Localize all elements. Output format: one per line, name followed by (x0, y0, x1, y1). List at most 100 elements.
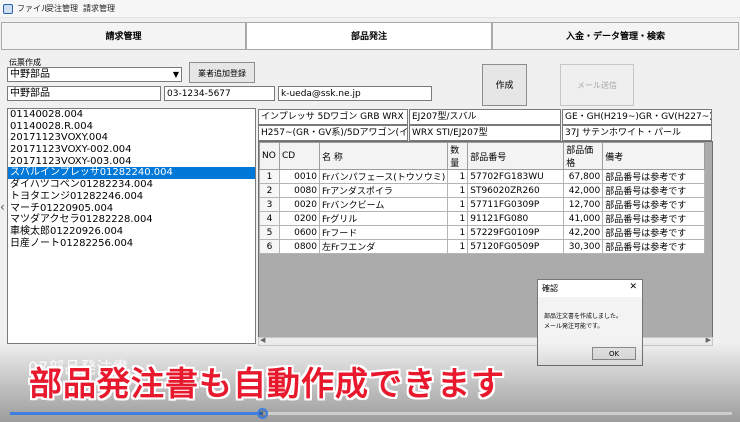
tab-parts-order[interactable]: 部品発注 (246, 22, 492, 50)
table-cell[interactable]: 6 (259, 239, 280, 254)
table-cell[interactable]: 57702FG183WU (467, 169, 565, 184)
column-header[interactable]: 部品番号 (467, 142, 565, 170)
list-item[interactable]: マツダアクセラ01282228.004 (8, 214, 255, 226)
table-cell[interactable]: 部品番号は参考です (602, 197, 706, 212)
file-list[interactable]: 01140028.004 01140028.R.004 20171123VOXY.0… (7, 108, 256, 344)
table-cell[interactable]: 41,000 (563, 211, 604, 226)
table-cell[interactable]: 部品番号は参考です (602, 239, 706, 254)
table-cell[interactable]: 1 (447, 239, 469, 254)
table-cell[interactable]: 部品番号は参考です (602, 183, 706, 198)
supplier-name-field[interactable]: 中野部品 (7, 86, 161, 101)
column-header[interactable]: 部品価格 (563, 142, 604, 170)
email-field[interactable]: k-ueda@ssk.ne.jp (278, 86, 432, 101)
list-item[interactable]: 20171123VOXY.004 (8, 132, 255, 144)
table-cell[interactable]: 91121FG080 (467, 211, 565, 226)
dialog-message-line2: メール発注可能です。 (544, 323, 604, 330)
phone-field[interactable]: 03-1234-5677 (164, 86, 275, 101)
table-cell[interactable]: 30,300 (563, 239, 604, 254)
list-item[interactable]: 01140028.R.004 (8, 121, 255, 133)
table-cell[interactable]: 部品番号は参考です (602, 211, 706, 226)
table-cell[interactable]: Frバンパフェース(トウソウミ) (318, 169, 449, 184)
menu-orders[interactable]: 受注管理 (46, 3, 78, 14)
table-cell[interactable]: 2 (259, 183, 280, 198)
supplier-select-value: 中野部品 (10, 69, 50, 80)
dialog-title-bar: 確認 ✕ (538, 280, 642, 297)
menu-billing[interactable]: 請求管理 (83, 3, 115, 14)
chevron-left-icon: ‹ (0, 200, 5, 214)
table-cell[interactable]: 左Frフエンダ (318, 239, 449, 254)
table-row[interactable]: 4 0200 Frグリル 1 91121FG080 41,000 部品番号は参考です (259, 211, 706, 226)
table-cell[interactable]: 1 (447, 183, 469, 198)
table-cell[interactable]: 1 (447, 211, 469, 226)
column-header[interactable]: 数量 (447, 142, 469, 170)
list-item[interactable]: 20171123VOXY-003.004 (8, 156, 255, 168)
column-header[interactable]: CD (279, 142, 320, 170)
close-icon[interactable]: ✕ (629, 282, 637, 292)
table-cell[interactable]: 57229FG0109P (467, 225, 565, 240)
table-header-row: NO CD 名 称数量 部品番号 部品価格 備考 (259, 142, 706, 170)
table-row[interactable]: 6 0800 左Frフエンダ 1 57120FG0509P 30,300 部品番号は参考です (259, 239, 706, 254)
table-cell[interactable]: 42,200 (563, 225, 604, 240)
table-cell[interactable]: 4 (259, 211, 280, 226)
column-header[interactable]: 名 称 (318, 142, 449, 170)
table-cell[interactable]: Frフード (318, 225, 449, 240)
video-progress-fill (10, 412, 263, 415)
parts-table[interactable]: NO CD 名 称数量 部品番号 部品価格 備考 1 0010 Frバンパフェース(トウソウミ… (258, 141, 713, 345)
model-code-cell: GE・GH(H219~)GR・GV(H227~) (562, 109, 712, 125)
table-cell[interactable]: 1 (447, 197, 469, 212)
table-cell[interactable]: 0200 (279, 211, 320, 226)
table-cell[interactable]: Frグリル (318, 211, 449, 226)
table-cell[interactable]: 0800 (279, 239, 320, 254)
supplier-select[interactable]: 中野部品 ▼ (7, 67, 182, 82)
list-item[interactable]: ダイハツコペン01282234.004 (8, 179, 255, 191)
table-cell[interactable]: 5 (259, 225, 280, 240)
list-item[interactable]: 01140028.004 (8, 109, 255, 121)
table-cell[interactable]: 1 (259, 169, 280, 184)
table-cell[interactable]: 部品番号は参考です (602, 225, 706, 240)
vehicle-model-cell: インプレッサ 5Dワゴン GRB WRX STI 20C (258, 109, 408, 125)
list-item[interactable]: マーチ01220905.004 (8, 203, 255, 215)
list-item[interactable]: 20171123VOXY-002.004 (8, 144, 255, 156)
table-cell[interactable]: 0600 (279, 225, 320, 240)
mail-send-button[interactable]: メール送信 (560, 64, 634, 106)
tab-billing[interactable]: 請求管理 (1, 22, 246, 50)
table-cell[interactable]: 0080 (279, 183, 320, 198)
list-item[interactable]: トヨタエンジ01282246.004 (8, 191, 255, 203)
chevron-down-icon: ▼ (172, 70, 179, 79)
table-cell[interactable]: 0020 (279, 197, 320, 212)
tab-payment-data-search[interactable]: 入金・データ管理・検索 (492, 22, 739, 50)
grade-cell: WRX STI/EJ207型 (409, 125, 561, 141)
table-row[interactable]: 5 0600 Frフード 1 57229FG0109P 42,200 部品番号は参考です (259, 225, 706, 240)
dialog-message-line1: 部品注文書を作成しました。 (544, 313, 623, 320)
main-caption: 部品発注書も自動作成できます (29, 364, 505, 403)
table-cell[interactable]: 12,700 (563, 197, 604, 212)
table-cell[interactable]: 57120FG0509P (467, 239, 565, 254)
table-cell[interactable]: Frアンダスポイラ (318, 183, 449, 198)
create-button[interactable]: 作成 (482, 64, 527, 106)
tab-panel-border (1, 49, 739, 50)
list-item[interactable]: 日産ノート01282256.004 (8, 238, 255, 250)
table-row[interactable]: 1 0010 Frバンパフェース(トウソウミ) 1 57702FG183WU 67,800… (259, 169, 706, 184)
list-item[interactable]: スバルインプレッサ01282240.004 (8, 167, 255, 180)
table-cell[interactable]: 0010 (279, 169, 320, 184)
add-supplier-button[interactable]: 業者追加登録 (189, 62, 255, 83)
column-header[interactable]: NO (259, 142, 280, 170)
vehicle-year-cell: H257~(GR・GV系)/5Dアワゴン(インプレ (258, 125, 408, 141)
table-row[interactable]: 2 0080 Frアンダスポイラ 1 ST96020ZR260 42,000 部品番号は参考… (259, 183, 706, 198)
table-cell[interactable]: 67,800 (563, 169, 604, 184)
table-cell[interactable]: Frバンクビーム (318, 197, 449, 212)
menu-file[interactable]: ファイル (17, 3, 49, 14)
table-cell[interactable]: 57711FG0309P (467, 197, 565, 212)
table-cell[interactable]: 1 (447, 169, 469, 184)
table-cell[interactable]: 3 (259, 197, 280, 212)
table-cell[interactable]: 42,000 (563, 183, 604, 198)
table-cell[interactable]: 1 (447, 225, 469, 240)
table-cell[interactable]: 部品番号は参考です (602, 169, 706, 184)
list-item[interactable]: 車検太郎01220926.004 (8, 226, 255, 238)
table-cell[interactable]: ST96020ZR260 (467, 183, 565, 198)
app-icon[interactable] (3, 4, 13, 14)
table-row[interactable]: 3 0020 Frバンクビーム 1 57711FG0309P 12,700 部品番号は参考で… (259, 197, 706, 212)
engine-type-cell: EJ207型/スバル (409, 109, 561, 125)
video-progress-knob[interactable] (256, 408, 268, 419)
column-header[interactable]: 備考 (602, 142, 706, 170)
